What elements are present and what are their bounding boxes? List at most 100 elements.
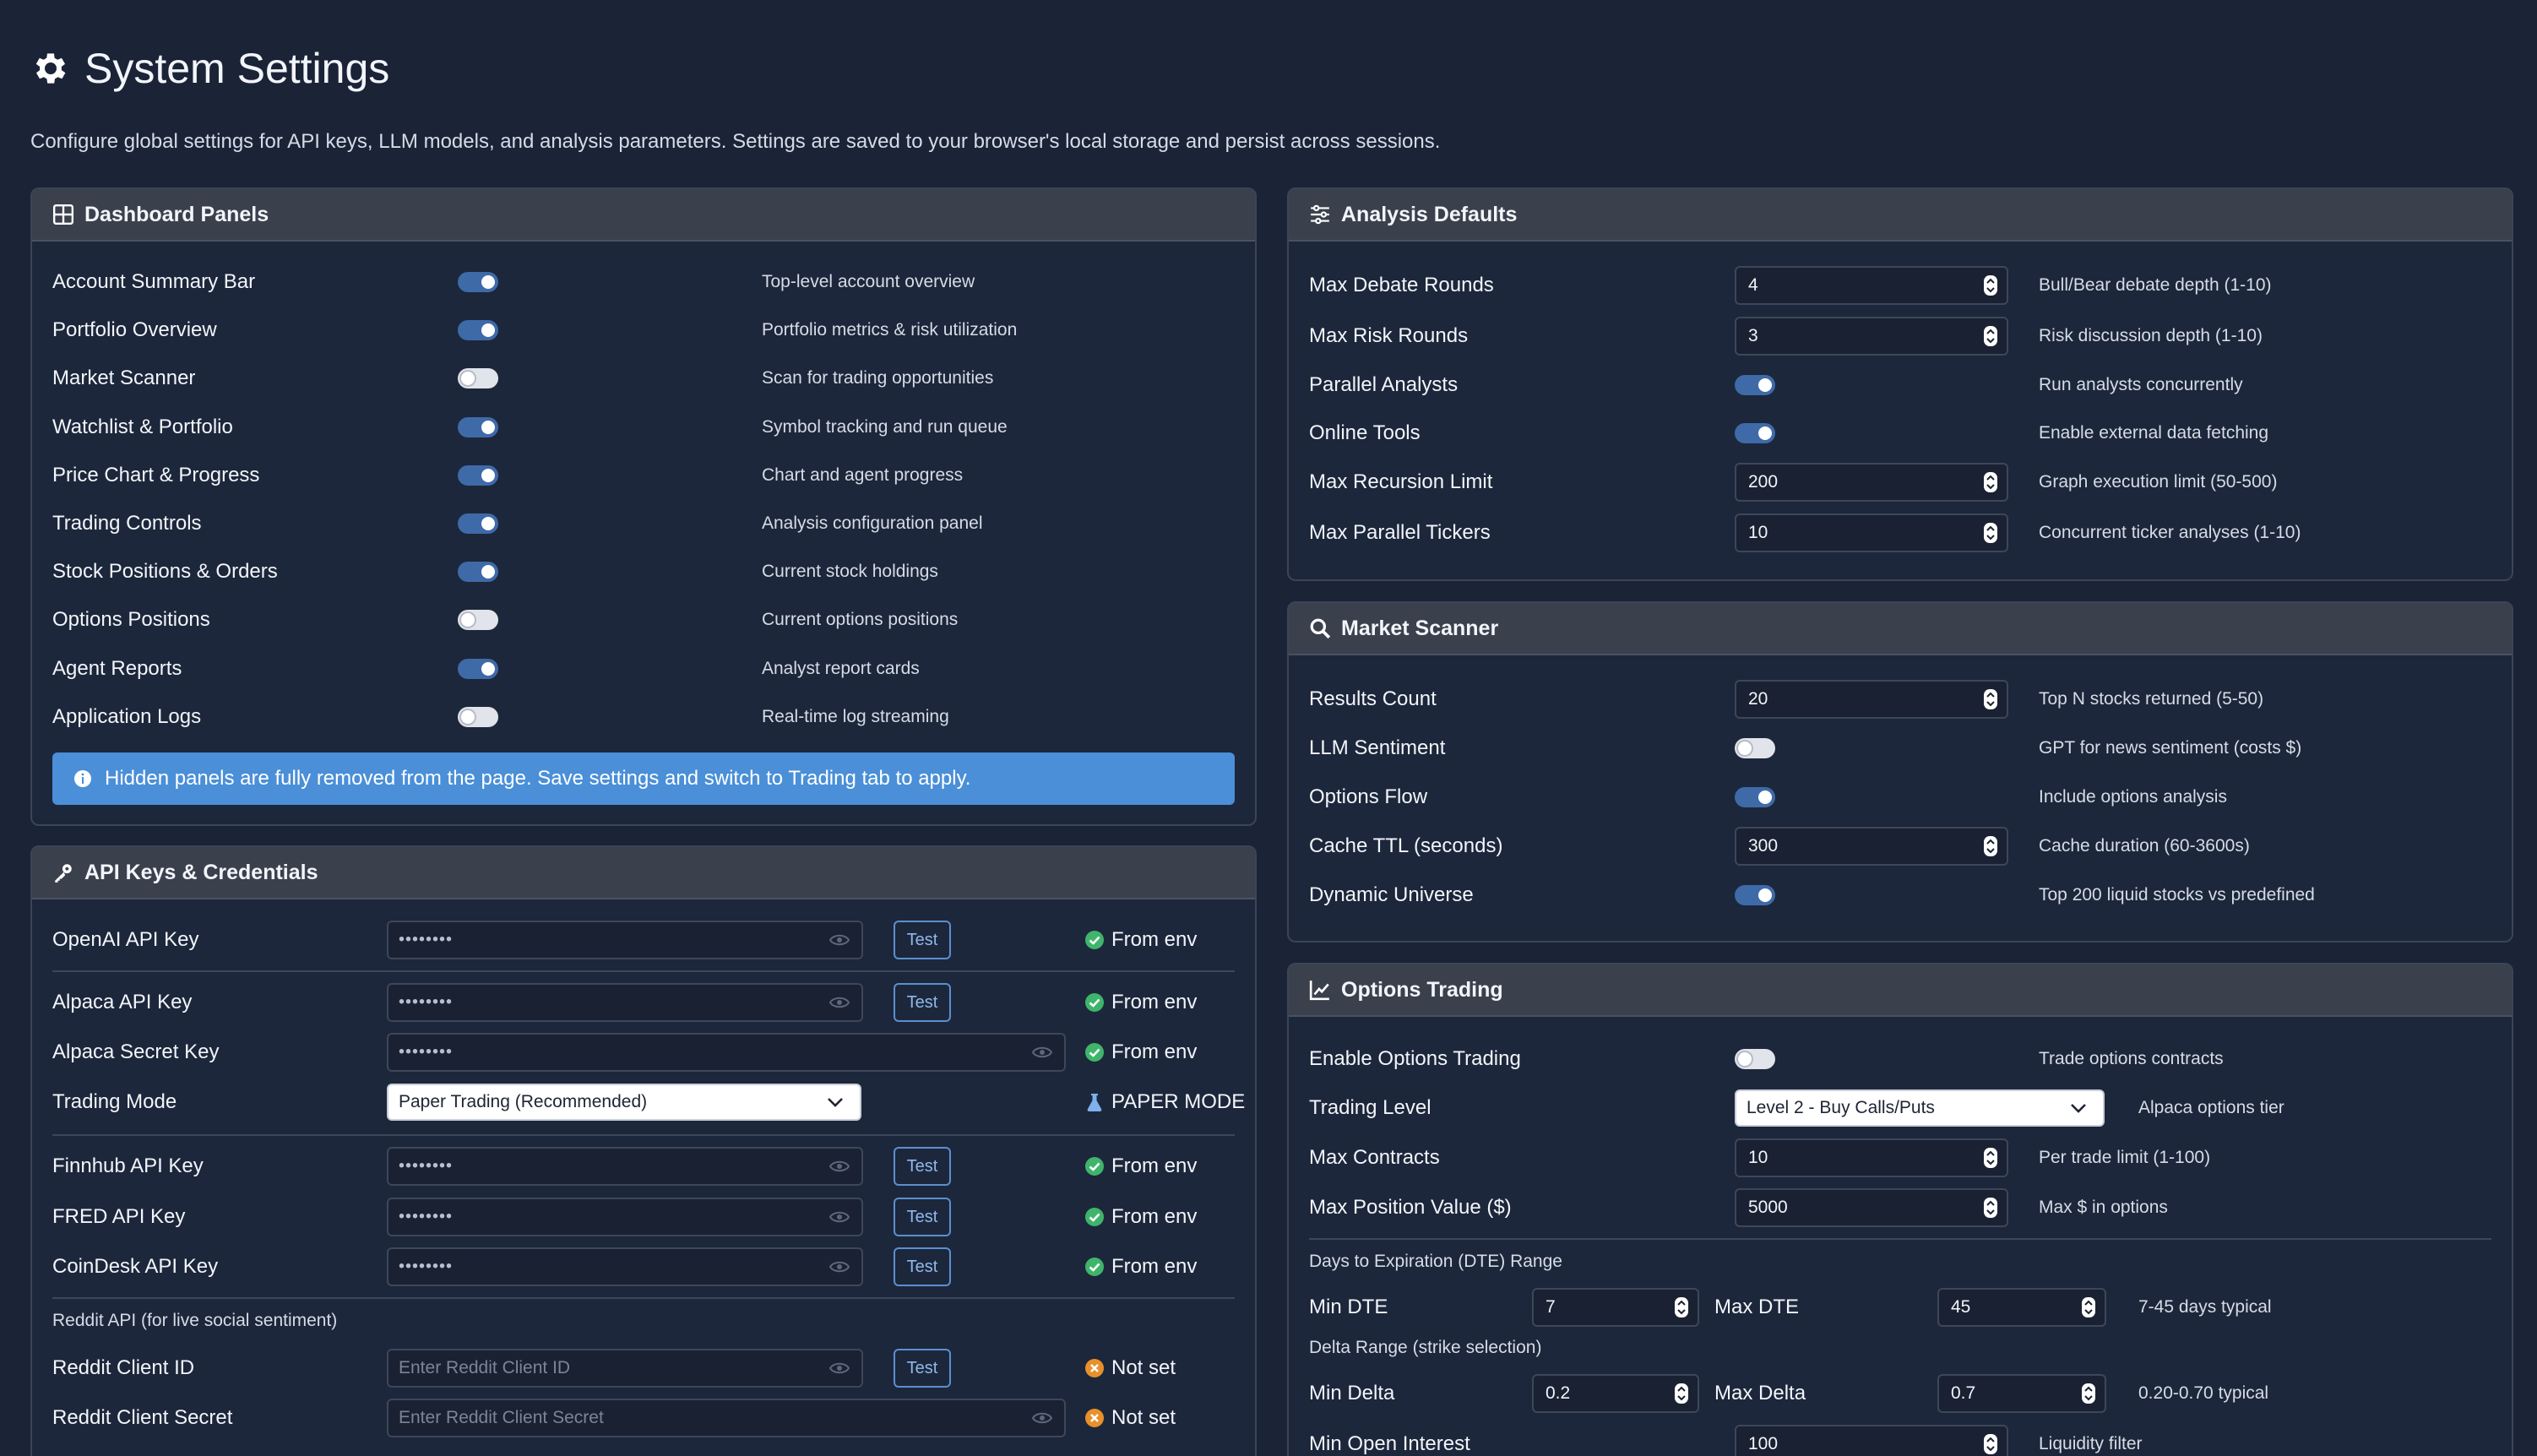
spinner-icon[interactable] — [1983, 1197, 1998, 1219]
alpaca-key-input[interactable]: •••••••• — [387, 983, 863, 1022]
panel-toggle[interactable] — [458, 610, 498, 631]
field-label: LLM Sentiment — [1309, 736, 1446, 759]
max-delta-input[interactable]: 0.7 — [1937, 1374, 2106, 1413]
trading-mode-row: Trading Mode Paper Trading (Recommended)… — [52, 1078, 1245, 1126]
key-icon — [55, 864, 72, 883]
field-description: Cache duration (60-3600s) — [2039, 836, 2250, 856]
panel-description: Top-level account overview — [762, 272, 975, 291]
check-circle-icon — [1085, 993, 1104, 1012]
max-dte-input[interactable]: 45 — [1937, 1288, 2106, 1327]
panel-row: Application Logs Real-time log streaming — [52, 693, 1235, 741]
reddit-client-id-input[interactable]: Enter Reddit Client ID — [387, 1349, 863, 1388]
finnhub-key-input[interactable]: •••••••• — [387, 1147, 863, 1186]
spinner-icon[interactable] — [1983, 688, 1998, 710]
eye-icon[interactable] — [829, 1260, 850, 1274]
dynamic-universe-toggle[interactable] — [1735, 885, 1775, 905]
field-label: Max Risk Rounds — [1309, 324, 1469, 347]
eye-icon[interactable] — [829, 1210, 850, 1224]
parallel-analysts-toggle[interactable] — [1735, 375, 1775, 395]
enable-options-row: Enable Options Trading Trade options con… — [1309, 1035, 2491, 1083]
panel-toggle[interactable] — [458, 706, 498, 727]
coindesk-key-input[interactable]: •••••••• — [387, 1247, 863, 1286]
eye-icon[interactable] — [829, 1160, 850, 1173]
status-text: Not set — [1111, 1356, 1176, 1379]
results-count-input[interactable]: 20 — [1735, 680, 2008, 719]
divider — [52, 970, 1235, 972]
eye-icon[interactable] — [829, 996, 850, 1009]
parallel-tickers-input[interactable]: 10 — [1735, 513, 2008, 552]
spinner-icon[interactable] — [2081, 1383, 2096, 1404]
api-keys-card: API Keys & Credentials OpenAI API Key ••… — [30, 845, 1257, 1456]
spinner-icon[interactable] — [1674, 1383, 1689, 1404]
eye-icon[interactable] — [1032, 1046, 1052, 1059]
max-position-input[interactable]: 5000 — [1735, 1188, 2008, 1227]
field-label: Online Tools — [1309, 421, 1421, 444]
max-risk-input[interactable]: 3 — [1735, 317, 2008, 356]
spinner-icon[interactable] — [1983, 471, 1998, 493]
llm-sentiment-toggle[interactable] — [1735, 738, 1775, 758]
check-circle-icon — [1085, 1258, 1104, 1276]
panel-toggle[interactable] — [458, 320, 498, 341]
test-finnhub-button[interactable]: Test — [894, 1147, 951, 1186]
panel-toggle[interactable] — [458, 513, 498, 534]
spinner-icon[interactable] — [1983, 1147, 1998, 1169]
field-label: Max Recursion Limit — [1309, 470, 1493, 493]
trading-mode-select[interactable]: Paper Trading (Recommended) — [387, 1084, 861, 1121]
options-flow-toggle[interactable] — [1735, 787, 1775, 807]
spinner-icon[interactable] — [1983, 274, 1998, 296]
min-dte-input[interactable]: 7 — [1532, 1288, 1699, 1327]
test-openai-button[interactable]: Test — [894, 921, 951, 959]
eye-icon[interactable] — [829, 1361, 850, 1375]
openai-key-input[interactable]: •••••••• — [387, 921, 863, 959]
panel-row: Price Chart & Progress Chart and agent pr… — [52, 452, 1235, 499]
cache-ttl-input[interactable]: 300 — [1735, 827, 2008, 866]
eye-icon[interactable] — [1032, 1411, 1052, 1425]
test-alpaca-button[interactable]: Test — [894, 983, 951, 1022]
dashboard-panels-header: Dashboard Panels — [32, 189, 1255, 242]
spinner-icon[interactable] — [2081, 1296, 2096, 1318]
panel-label: Trading Controls — [52, 512, 202, 535]
max-debate-input[interactable]: 4 — [1735, 266, 2008, 305]
fred-key-input[interactable]: •••••••• — [387, 1198, 863, 1236]
spinner-icon[interactable] — [1674, 1296, 1689, 1318]
spinner-icon[interactable] — [1983, 522, 1998, 544]
max-contracts-row: Max Contracts 10 Per trade limit (1-100) — [1309, 1134, 2491, 1182]
status-indicator: From env — [1084, 1205, 1197, 1229]
reddit-client-secret-input[interactable]: Enter Reddit Client Secret — [387, 1399, 1066, 1437]
field-label: Trading Level — [1309, 1096, 1431, 1119]
chart-line-icon — [1309, 981, 1329, 1001]
test-reddit-button[interactable]: Test — [894, 1349, 951, 1388]
masked-value: •••••••• — [399, 992, 454, 1012]
panel-toggle[interactable] — [458, 368, 498, 389]
spinner-icon[interactable] — [1983, 835, 1998, 857]
panel-toggle[interactable] — [458, 658, 498, 679]
field-description: Alpaca options tier — [2138, 1098, 2284, 1117]
panel-toggle[interactable] — [458, 416, 498, 437]
field-description: Top N stocks returned (5-50) — [2039, 689, 2264, 709]
fred-key-row: FRED API Key •••••••• Test From env — [52, 1193, 1235, 1241]
field-description: Concurrent ticker analyses (1-10) — [2039, 523, 2301, 542]
trading-level-select[interactable]: Level 2 - Buy Calls/Puts — [1735, 1089, 2105, 1127]
recursion-limit-input[interactable]: 200 — [1735, 463, 2008, 502]
divider — [52, 1134, 1235, 1136]
test-coindesk-button[interactable]: Test — [894, 1247, 951, 1286]
alpaca-secret-input[interactable]: •••••••• — [387, 1033, 1066, 1072]
spinner-icon[interactable] — [1983, 325, 1998, 347]
min-open-interest-input[interactable]: 100 — [1735, 1425, 2008, 1456]
test-fred-button[interactable]: Test — [894, 1198, 951, 1236]
online-tools-row: Online Tools Enable external data fetchi… — [1309, 410, 2491, 457]
status-text: From env — [1111, 1154, 1198, 1177]
field-description: Graph execution limit (50-500) — [2039, 472, 2278, 492]
panel-toggle[interactable] — [458, 562, 498, 583]
panel-toggle[interactable] — [458, 272, 498, 292]
panel-description: Analysis configuration panel — [762, 513, 983, 533]
panel-toggle[interactable] — [458, 465, 498, 486]
eye-icon[interactable] — [829, 933, 850, 947]
online-tools-toggle[interactable] — [1735, 423, 1775, 443]
spinner-icon[interactable] — [1983, 1433, 1998, 1455]
field-label: Dynamic Universe — [1309, 883, 1474, 906]
page-title: System Settings — [84, 45, 390, 92]
min-delta-input[interactable]: 0.2 — [1532, 1374, 1699, 1413]
enable-options-toggle[interactable] — [1735, 1049, 1775, 1069]
max-contracts-input[interactable]: 10 — [1735, 1138, 2008, 1177]
